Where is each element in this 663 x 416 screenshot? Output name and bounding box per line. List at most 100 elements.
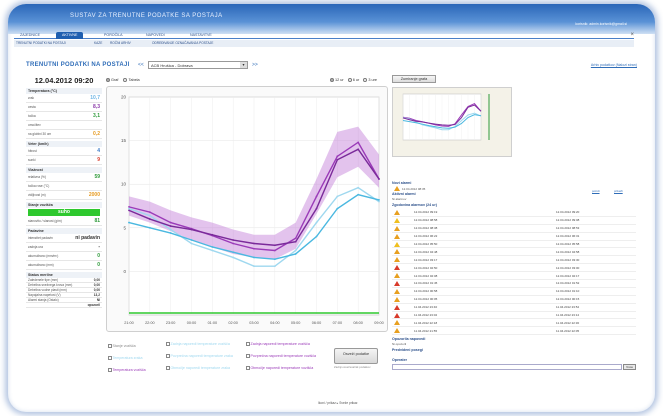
alarm-row[interactable]: 11.04.2012 23:02 11.04.2012 23:12 — [392, 312, 636, 320]
measurement-row: točka 3,1 — [26, 112, 102, 121]
legend-item[interactable]: Zadnja naporedi temperature vozišča — [246, 342, 326, 346]
warning-icon — [394, 233, 400, 239]
x-tick-label: 08:00 — [353, 321, 363, 325]
next-station-button[interactable]: >> — [252, 62, 258, 68]
active-alarms-sub: Ni alarmov — [392, 197, 407, 201]
measurement-value: NI — [96, 298, 100, 302]
series-point — [315, 235, 318, 238]
x-tick-label: 05:00 — [291, 321, 301, 325]
operator-title: Operater — [392, 358, 407, 362]
alarm-row[interactable]: 12.04.2012 05:50 12.04.2012 05:58 — [392, 241, 636, 249]
chart-pager[interactable]: Ikoni / prikaz ▸ Sveže prikaz — [318, 401, 358, 405]
measurement-label: točka rose (°C) — [28, 184, 50, 188]
nav-item-nastavitve[interactable]: NASTAVITVE — [184, 32, 218, 39]
alarm-row[interactable]: 12.04.2012 09:19 12.04.2012 09:20 — [392, 209, 636, 217]
measurement-value: 0,00 — [93, 278, 100, 282]
measurement-label: sunki — [28, 158, 36, 162]
series-point — [253, 256, 255, 259]
series-point — [253, 247, 255, 250]
x-tick-label: 22:00 — [145, 321, 155, 325]
send-button[interactable]: Vnos — [623, 364, 636, 370]
alarm-row[interactable]: 12.04.2012 02:08 12.04.2012 02:17 — [392, 272, 636, 281]
series-point — [336, 195, 339, 198]
measurement-label: cesta — [28, 105, 36, 109]
measurement-label: vidljivost (m) — [28, 193, 46, 197]
series-point — [232, 251, 235, 254]
alarm-history-list: 12.04.2012 09:19 12.04.2012 09:20 12.04.20… — [392, 209, 636, 336]
measurement-value: 4 — [97, 148, 100, 154]
series-point — [273, 258, 276, 261]
measurement-label: točka — [28, 114, 36, 118]
radio-6h[interactable] — [347, 78, 352, 82]
legend-item[interactable]: Povprečna naporedi temperature vozišča — [246, 354, 326, 358]
alarm-start: 12.04.2012 04:48 — [414, 249, 438, 254]
user-info[interactable]: korisnik: admin.korisnik@gmail.si — [575, 22, 627, 26]
measurement-value: 13,2 — [93, 293, 100, 297]
road-state-badge: suho — [28, 209, 100, 216]
forecast-notes-title: Opozorila napovedi — [392, 337, 426, 341]
operator-input[interactable] — [392, 364, 622, 370]
measurement-row: cesta 8,3 — [26, 103, 102, 112]
y-tick-label: 0 — [123, 269, 126, 274]
alarm-row[interactable]: 11.04.2012 21:55 11.04.2012 22:05 — [392, 327, 636, 336]
measurement-value: 0,00 — [93, 288, 100, 292]
x-tick-label: 07:00 — [333, 321, 343, 325]
alarm-start: 11.04.2012 23:02 — [414, 313, 438, 318]
station-select-value: ACB Hrušica - Dobrava — [151, 63, 193, 68]
alarm-row[interactable]: 12.04.2012 06:22 12.04.2012 06:31 — [392, 233, 636, 241]
legend-item[interactable]: Stanje vozišča — [108, 344, 136, 348]
subnav-item-oznacavanje[interactable]: ODREĐIVANJE OZNAČAVANJA POSTAJE — [152, 41, 213, 45]
legend-item[interactable]: Zadnja naporedi temperature vozišča — [166, 342, 236, 346]
alarm-row[interactable]: 12.04.2012 08:38 12.04.2012 08:53 — [392, 225, 636, 233]
subnav-item-kaze[interactable]: KAZE — [94, 41, 102, 45]
legend-item[interactable]: Območje naporedi temperature vozišča — [246, 366, 326, 370]
close-icon[interactable]: × — [630, 32, 634, 38]
station-select[interactable]: ACB Hrušica - Dobrava ▾ — [148, 61, 248, 69]
legend-item[interactable]: Temperatura zraka — [108, 356, 158, 360]
subnav-item-trenutni[interactable]: TRENUTNI PODATKI NA POSTAJI — [16, 41, 66, 45]
series-point — [294, 240, 297, 243]
nav-item-aktivne[interactable]: AKTIVNE — [56, 32, 84, 39]
alarm-row[interactable]: 11.04.2012 23:40 11.04.2012 23:52 — [392, 304, 636, 312]
series-point — [294, 237, 297, 240]
series-point — [357, 148, 360, 151]
alarm-row[interactable]: 12.04.2012 00:58 12.04.2012 01:10 — [392, 288, 636, 296]
alarm-row[interactable]: 12.04.2012 04:48 12.04.2012 04:58 — [392, 248, 636, 257]
confirm-link[interactable]: potrdi — [592, 189, 600, 193]
show-link[interactable]: prikaži — [614, 189, 623, 193]
alarm-end: 12.04.2012 09:08 — [556, 218, 580, 223]
measurement-row: hitrost 4 — [26, 147, 102, 156]
legend-item[interactable]: Povprečna naporedi temperature zraka — [166, 354, 236, 358]
legend-item[interactable]: Območje naporedi temperature zraka — [166, 366, 236, 370]
series-point — [148, 211, 151, 214]
zoom-chart-button[interactable]: Zumiranje grafa — [392, 75, 436, 83]
alarm-row[interactable]: 11.04.2012 22:18 11.04.2012 22:30 — [392, 319, 636, 328]
radio-graf[interactable] — [106, 78, 110, 82]
alarm-row[interactable]: 12.04.2012 03:17 12.04.2012 03:30 — [392, 256, 636, 265]
series-point — [169, 232, 172, 234]
series-point — [232, 239, 235, 241]
mini-chart[interactable] — [392, 87, 512, 157]
prev-station-button[interactable]: << — [138, 62, 144, 68]
measurement-label: Zaledenele tipe (mm) — [28, 278, 59, 282]
radio-tabela[interactable] — [123, 78, 128, 82]
nav-item-zajednice[interactable]: ZAJEDNICE — [14, 32, 46, 39]
top-banner: SUSTAV ZA TRENUTNE PODATKE SA POSTAJA ko… — [8, 4, 655, 34]
alarm-row[interactable]: 12.04.2012 00:05 12.04.2012 00:15 — [392, 296, 636, 304]
measurement-value: 8,3 — [93, 104, 100, 110]
nav-item-porocila[interactable]: POROČILA — [98, 32, 129, 39]
alarm-row[interactable]: 12.04.2012 08:58 12.04.2012 09:08 — [392, 217, 636, 225]
radio-3h[interactable] — [363, 78, 368, 82]
radio-12h[interactable] — [330, 78, 334, 82]
subnav-item-arhiv[interactable]: ROČNI ARHIV — [110, 41, 131, 45]
nav-item-napovedi[interactable]: NAPOVEDI — [140, 32, 171, 39]
measurement-value: ni padavin — [75, 235, 100, 241]
archive-link[interactable]: Arhiv podatkov (Nalozi stran) — [591, 63, 637, 67]
alarm-row[interactable]: 12.04.2012 01:45 12.04.2012 01:52 — [392, 280, 636, 288]
series-point — [169, 221, 172, 224]
temperature-chart[interactable]: 0 5 10 15 20 21:00 22:00 23:00 00:00 01:00 02:00 03… — [106, 86, 388, 332]
refresh-button[interactable]: Osveži podatke — [334, 348, 378, 364]
alarm-row[interactable]: 12.04.2012 02:50 12.04.2012 03:00 — [392, 264, 636, 273]
measurement-label: intenzitet padavin — [28, 236, 53, 240]
legend-item[interactable]: Temperatura vozišča — [108, 368, 158, 372]
